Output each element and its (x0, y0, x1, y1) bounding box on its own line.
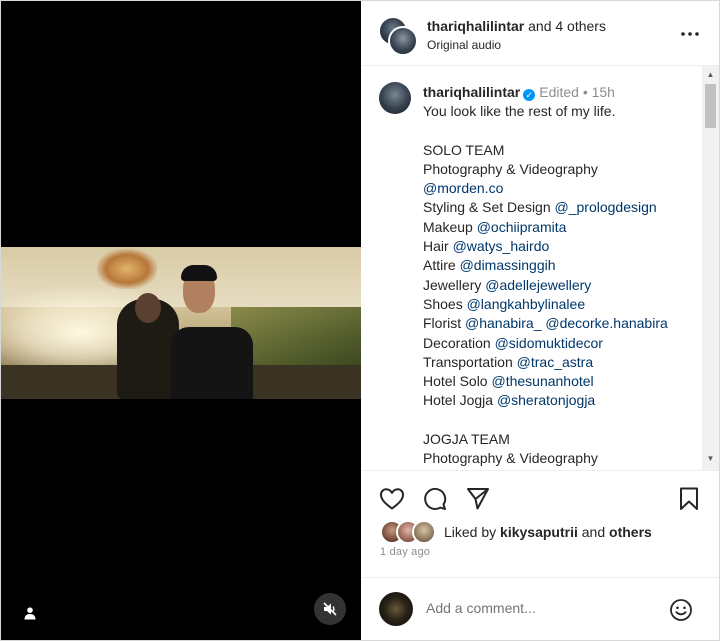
header-others[interactable]: and 4 others (524, 18, 606, 34)
caption-mention-link[interactable]: @sheratonjogja (497, 392, 595, 408)
caption-line: @morden.co (423, 179, 699, 198)
likes-others-link[interactable]: others (609, 524, 652, 540)
post-dialog: thariqhalilintar and 4 others Original a… (0, 0, 720, 641)
caption-line: Attire @dimassinggih (423, 256, 699, 275)
action-bar (362, 481, 719, 517)
video-man (171, 327, 253, 399)
caption-area: thariqhalilintar ✓ Edited • 15h You look l… (362, 66, 719, 471)
caption-line-text: Hotel Jogja (423, 392, 497, 409)
caption-mention-link[interactable]: @morden.co (423, 180, 503, 196)
avatar (379, 592, 413, 626)
likes-suffix: and (577, 524, 610, 540)
likes-summary[interactable]: Liked by kikysaputrii and others (380, 520, 652, 544)
likes-user-link[interactable]: kikysaputrii (500, 524, 578, 540)
caption-line-text: Photography & Videography (423, 450, 598, 467)
post-sidebar: thariqhalilintar and 4 others Original a… (362, 1, 719, 640)
caption-line: Jewellery @adellejewellery (423, 276, 699, 295)
more-icon[interactable] (678, 24, 702, 44)
caption-line: Florist @hanabira_ @decorke.hanabira (423, 314, 699, 333)
caption-line: SOLO TEAM (423, 141, 699, 160)
caption-line: Shoes @langkahbylinalee (423, 295, 699, 314)
caption-line-text: Transportation (423, 353, 517, 370)
caption-header: thariqhalilintar ✓ Edited • 15h (423, 84, 615, 101)
caption-line: You look like the rest of my life. (423, 102, 699, 121)
caption-mention-link[interactable]: @watys_hairdo (453, 238, 550, 254)
caption-mention-link[interactable]: @sidomuktidecor (495, 335, 603, 351)
caption-text: You look like the rest of my life. SOLO T… (423, 102, 699, 469)
scroll-up-icon[interactable]: ▲ (702, 70, 719, 82)
collab-avatars[interactable] (378, 16, 418, 56)
post-timestamp[interactable]: 1 day ago (380, 546, 430, 558)
caption-mention-link[interactable]: @thesunanhotel (491, 373, 593, 389)
verified-badge-icon: ✓ (523, 89, 536, 101)
caption-line: Transportation @trac_astra (423, 353, 699, 372)
caption-line-text: Florist (423, 315, 465, 332)
caption-line-text: Decoration (423, 334, 495, 351)
caption-line-text: You look like the rest of my life. (423, 103, 616, 119)
caption-line-text: Hotel Solo (423, 373, 492, 390)
comment-input[interactable] (426, 600, 646, 616)
avatar[interactable] (388, 26, 418, 56)
caption-line-text: Shoes (423, 295, 467, 312)
caption-line: Photography & Videography (423, 449, 699, 468)
caption-username[interactable]: thariqhalilintar (423, 84, 520, 100)
caption-line: Photography & Videography (423, 160, 699, 179)
caption-line: Hotel Jogja @sheratonjogja (423, 391, 699, 410)
caption-line-text: Photography & Videography (423, 160, 598, 177)
likes-text: Liked by kikysaputrii and others (444, 524, 652, 540)
muted-speaker-icon[interactable] (314, 593, 346, 625)
caption-line (423, 411, 699, 430)
caption-scrollbar[interactable]: ▲ ▼ (702, 66, 719, 470)
send-icon[interactable] (464, 485, 492, 513)
caption-line-text: Jewellery (423, 276, 486, 293)
avatar[interactable] (379, 82, 411, 114)
caption-mention-link[interactable]: @hanabira_ @decorke.hanabira (465, 315, 668, 331)
caption-mention-link[interactable]: @trac_astra (517, 354, 593, 370)
caption-line-text: SOLO TEAM (423, 141, 505, 158)
caption-meta: Edited • 15h (539, 84, 615, 100)
caption-line: Decoration @sidomuktidecor (423, 334, 699, 353)
emoji-icon[interactable] (669, 598, 693, 622)
user-tag-icon[interactable] (18, 601, 42, 625)
bookmark-icon[interactable] (675, 485, 703, 513)
scroll-thumb[interactable] (705, 84, 716, 128)
caption-line: JOGJA TEAM (423, 430, 699, 449)
video-frame[interactable] (1, 247, 361, 399)
header-title: thariqhalilintar and 4 others (427, 18, 606, 34)
comment-icon[interactable] (421, 485, 449, 513)
caption-line-text: Styling & Set Design (423, 199, 555, 216)
caption-mention-link[interactable]: @dimassinggih (460, 257, 556, 273)
header-username[interactable]: thariqhalilintar (427, 18, 524, 34)
caption-line: Styling & Set Design @_prologdesign (423, 198, 699, 217)
video-woman-head (135, 293, 161, 323)
caption-mention-link[interactable]: @_prologdesign (555, 199, 657, 215)
video-chandelier (97, 249, 157, 289)
scroll-down-icon[interactable]: ▼ (702, 454, 719, 466)
caption-mention-link[interactable]: @langkahbylinalee (467, 296, 586, 312)
heart-icon[interactable] (378, 485, 406, 513)
caption-mention-link[interactable]: @ochiipramita (477, 219, 567, 235)
caption-mention-link[interactable]: @adellejewellery (485, 277, 591, 293)
caption-line-text: Makeup (423, 218, 477, 235)
video-man-hair (181, 265, 217, 281)
caption-line: Hair @watys_hairdo (423, 237, 699, 256)
caption-line: Makeup @ochiipramita (423, 218, 699, 237)
caption-line-text: JOGJA TEAM (423, 431, 510, 448)
comment-bar (362, 577, 719, 641)
caption-line-text: Hair (423, 238, 453, 255)
caption-line (423, 121, 699, 140)
likes-prefix: Liked by (444, 524, 501, 540)
avatar (412, 520, 436, 544)
caption-line-text: Attire (423, 257, 460, 274)
caption-line: Hotel Solo @thesunanhotel (423, 372, 699, 391)
post-header: thariqhalilintar and 4 others Original a… (362, 1, 719, 66)
audio-label[interactable]: Original audio (427, 38, 501, 52)
video-player[interactable] (1, 1, 361, 640)
